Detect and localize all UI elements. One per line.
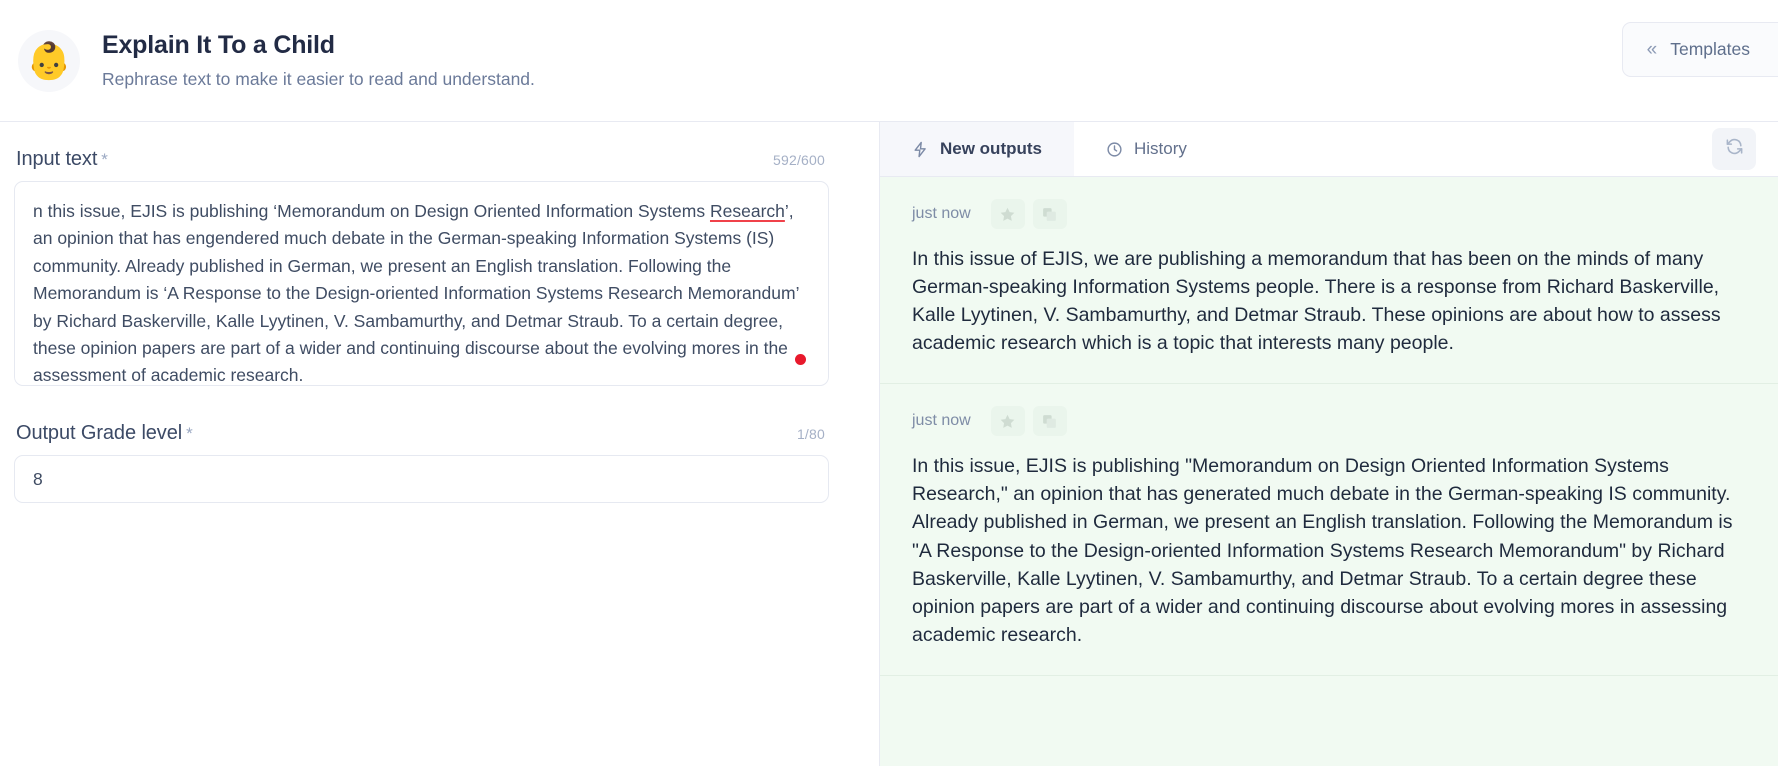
output-card: just now In this	[880, 384, 1778, 676]
header-titles: Explain It To a Child Rephrase text to m…	[102, 30, 535, 91]
app-header: 👶 Explain It To a Child Rephrase text to…	[0, 0, 1778, 122]
output-card-meta: just now	[912, 406, 1740, 437]
grade-level-label: Output Grade level	[16, 422, 183, 444]
copy-icon[interactable]	[1032, 199, 1067, 229]
field-output-grade-level: Output Grade level * 1/80 8	[14, 422, 829, 503]
templates-button-label: Templates	[1670, 39, 1750, 59]
input-text-segment-1: n this issue, EJIS is publishing ‘Memora…	[33, 201, 710, 221]
refresh-icon	[1725, 137, 1744, 161]
field-input-text: Input text * 592/600 n this issue, EJIS i…	[14, 148, 829, 386]
grade-level-counter: 1/80	[796, 426, 825, 442]
output-pane: New outputs History just now In this iss…	[880, 122, 1778, 766]
input-text-label: Input text	[16, 148, 98, 170]
outputs-list: just now In this issue of EJIS, we are p…	[880, 177, 1778, 766]
output-text: In this issue of EJIS, we are publishing…	[912, 248, 1721, 355]
templates-button[interactable]: « Templates	[1621, 22, 1778, 77]
star-icon[interactable]	[990, 406, 1025, 437]
application-root: 👶 Explain It To a Child Rephrase text to…	[0, 0, 1778, 766]
main-body: Input text * 592/600 n this issue, EJIS i…	[0, 122, 1778, 766]
spellcheck-word: Research	[709, 201, 785, 221]
tab-history-label: History	[1134, 139, 1187, 158]
input-text-segment-2: ’, an opinion that has engendered much d…	[33, 201, 804, 386]
page-subtitle: Rephrase text to make it easier to read …	[102, 69, 535, 90]
output-text: In this issue, EJIS is publishing "Memor…	[912, 455, 1733, 646]
clock-icon	[1106, 141, 1123, 158]
tab-history[interactable]: History	[1074, 122, 1219, 176]
input-text-counter: 592/600	[772, 152, 825, 168]
refresh-button[interactable]	[1712, 128, 1756, 170]
lightning-icon	[912, 141, 929, 158]
baby-emoji-icon: 👶	[18, 29, 80, 92]
input-text-header: Input text * 592/600	[14, 148, 829, 181]
output-card-meta: just now	[912, 199, 1740, 229]
star-icon[interactable]	[990, 199, 1025, 229]
form-pane: Input text * 592/600 n this issue, EJIS i…	[0, 122, 880, 766]
input-text-textarea[interactable]: n this issue, EJIS is publishing ‘Memora…	[14, 181, 829, 386]
input-text-value: n this issue, EJIS is publishing ‘Memora…	[33, 198, 808, 390]
grade-level-value: 8	[33, 468, 43, 489]
page-title: Explain It To a Child	[102, 31, 335, 59]
output-card: just now In this	[880, 177, 1778, 385]
record-dot-icon[interactable]	[795, 354, 806, 365]
output-timestamp: just now	[912, 412, 971, 430]
input-text-label-group: Input text *	[16, 148, 108, 171]
grade-level-header: Output Grade level * 1/80	[14, 422, 829, 455]
tab-new-outputs[interactable]: New outputs	[880, 122, 1074, 176]
grade-level-input[interactable]: 8	[14, 455, 829, 503]
copy-icon[interactable]	[1032, 406, 1067, 437]
double-chevron-left-icon: «	[1646, 39, 1658, 60]
required-asterisk: *	[186, 424, 193, 443]
grade-level-label-group: Output Grade level *	[16, 422, 193, 445]
output-timestamp: just now	[912, 205, 971, 222]
output-tabs-bar: New outputs History	[880, 122, 1778, 177]
required-asterisk: *	[101, 150, 108, 169]
tab-new-outputs-label: New outputs	[940, 139, 1042, 158]
